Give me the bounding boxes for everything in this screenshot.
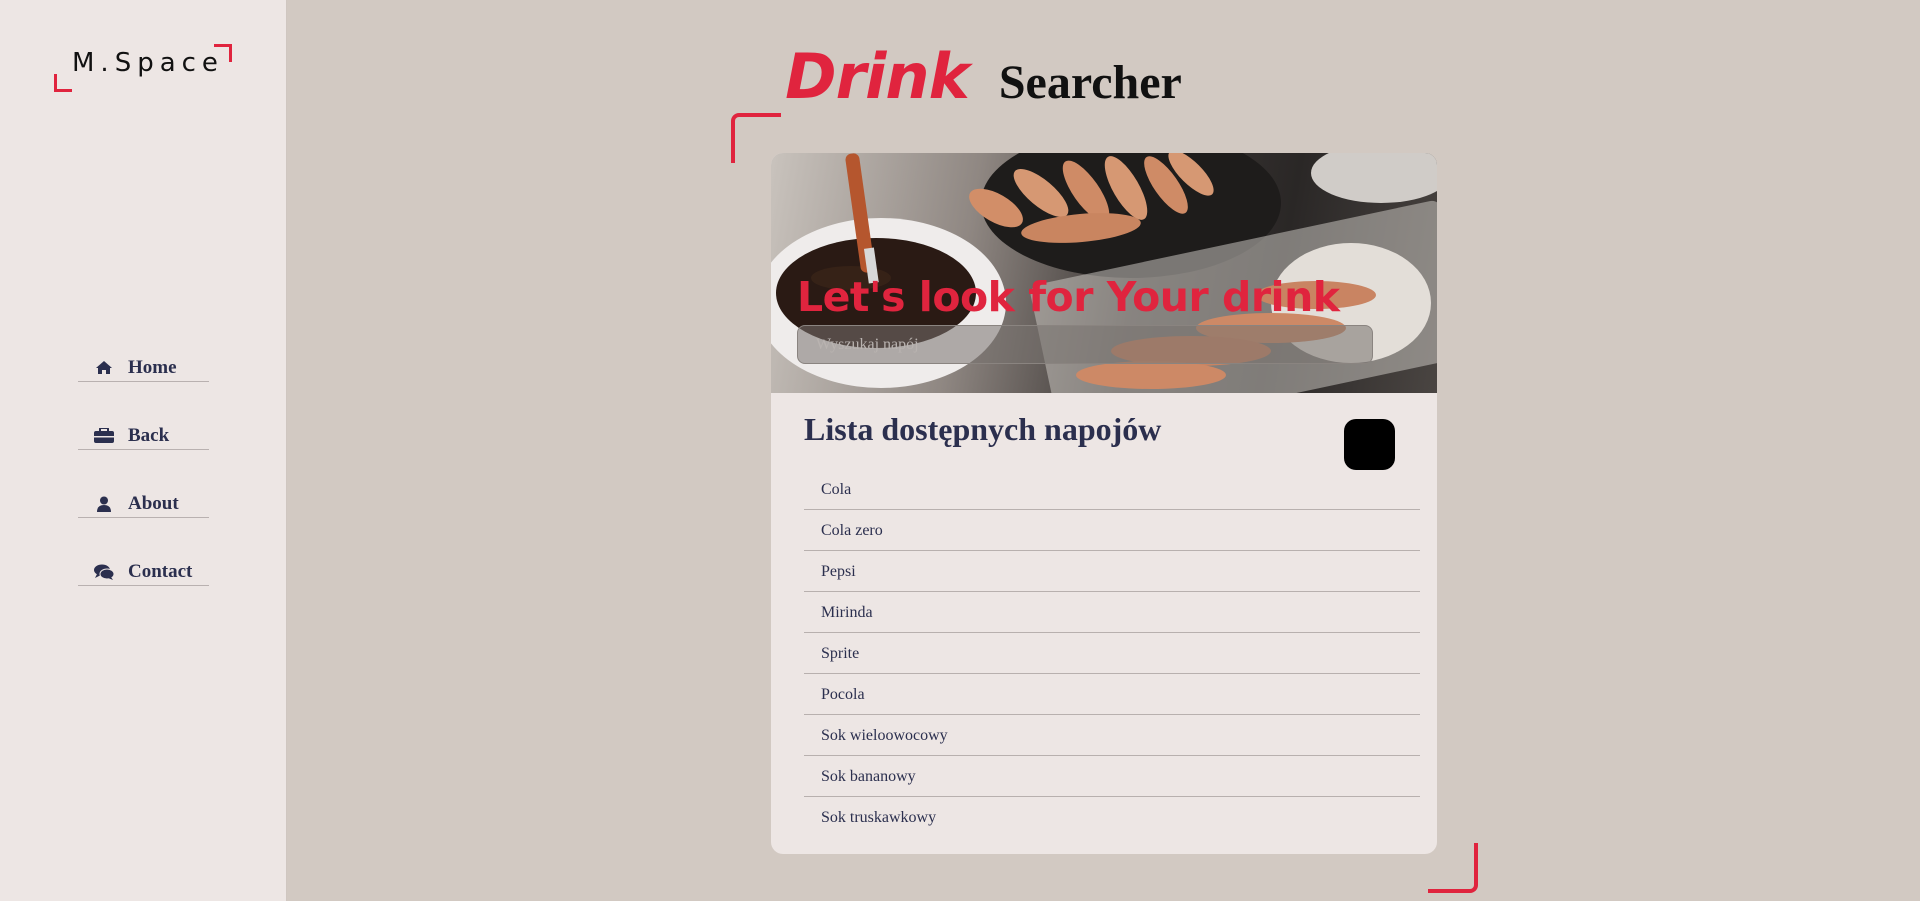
page-title-rest: Searcher (998, 56, 1182, 109)
search-input[interactable] (797, 325, 1373, 364)
page-title-accent: Drink (785, 40, 970, 113)
nav-label: About (128, 492, 179, 514)
sidebar-nav: Home Back About Contact (78, 354, 209, 626)
comments-icon (94, 564, 114, 580)
list-item[interactable]: Pepsi (804, 551, 1420, 592)
nav-item-home[interactable]: Home (78, 354, 209, 382)
list-item[interactable]: Sok bananowy (804, 756, 1420, 797)
user-icon (94, 496, 114, 512)
nav-label: Back (128, 424, 170, 446)
list-item[interactable]: Pocola (804, 674, 1420, 715)
nav-item-about[interactable]: About (78, 490, 209, 518)
hero-heading: Let's look for Your drink (797, 273, 1340, 321)
nav-label: Home (128, 356, 177, 378)
drink-list: Cola Cola zero Pepsi Mirinda Sprite Poco… (804, 469, 1420, 838)
page-title: Drink Searcher (0, 40, 1920, 113)
theme-toggle-button[interactable] (1344, 419, 1395, 470)
list-item[interactable]: Sprite (804, 633, 1420, 674)
list-item[interactable]: Sok wieloowocowy (804, 715, 1420, 756)
sidebar: M.Space Home Back About Contact (0, 0, 287, 901)
list-title: Lista dostępnych napojów (804, 411, 1162, 447)
hero-banner: Let's look for Your drink (771, 153, 1437, 393)
briefcase-icon (94, 428, 114, 444)
list-item[interactable]: Cola (804, 469, 1420, 510)
frame-corner-decoration (1428, 843, 1478, 893)
list-item[interactable]: Mirinda (804, 592, 1420, 633)
list-item[interactable]: Cola zero (804, 510, 1420, 551)
nav-item-contact[interactable]: Contact (78, 558, 209, 586)
drink-card: Let's look for Your drink Lista dostępny… (771, 153, 1437, 854)
nav-label: Contact (128, 560, 193, 582)
home-icon (94, 360, 114, 376)
list-item[interactable]: Sok truskawkowy (804, 797, 1420, 838)
nav-item-back[interactable]: Back (78, 422, 209, 450)
